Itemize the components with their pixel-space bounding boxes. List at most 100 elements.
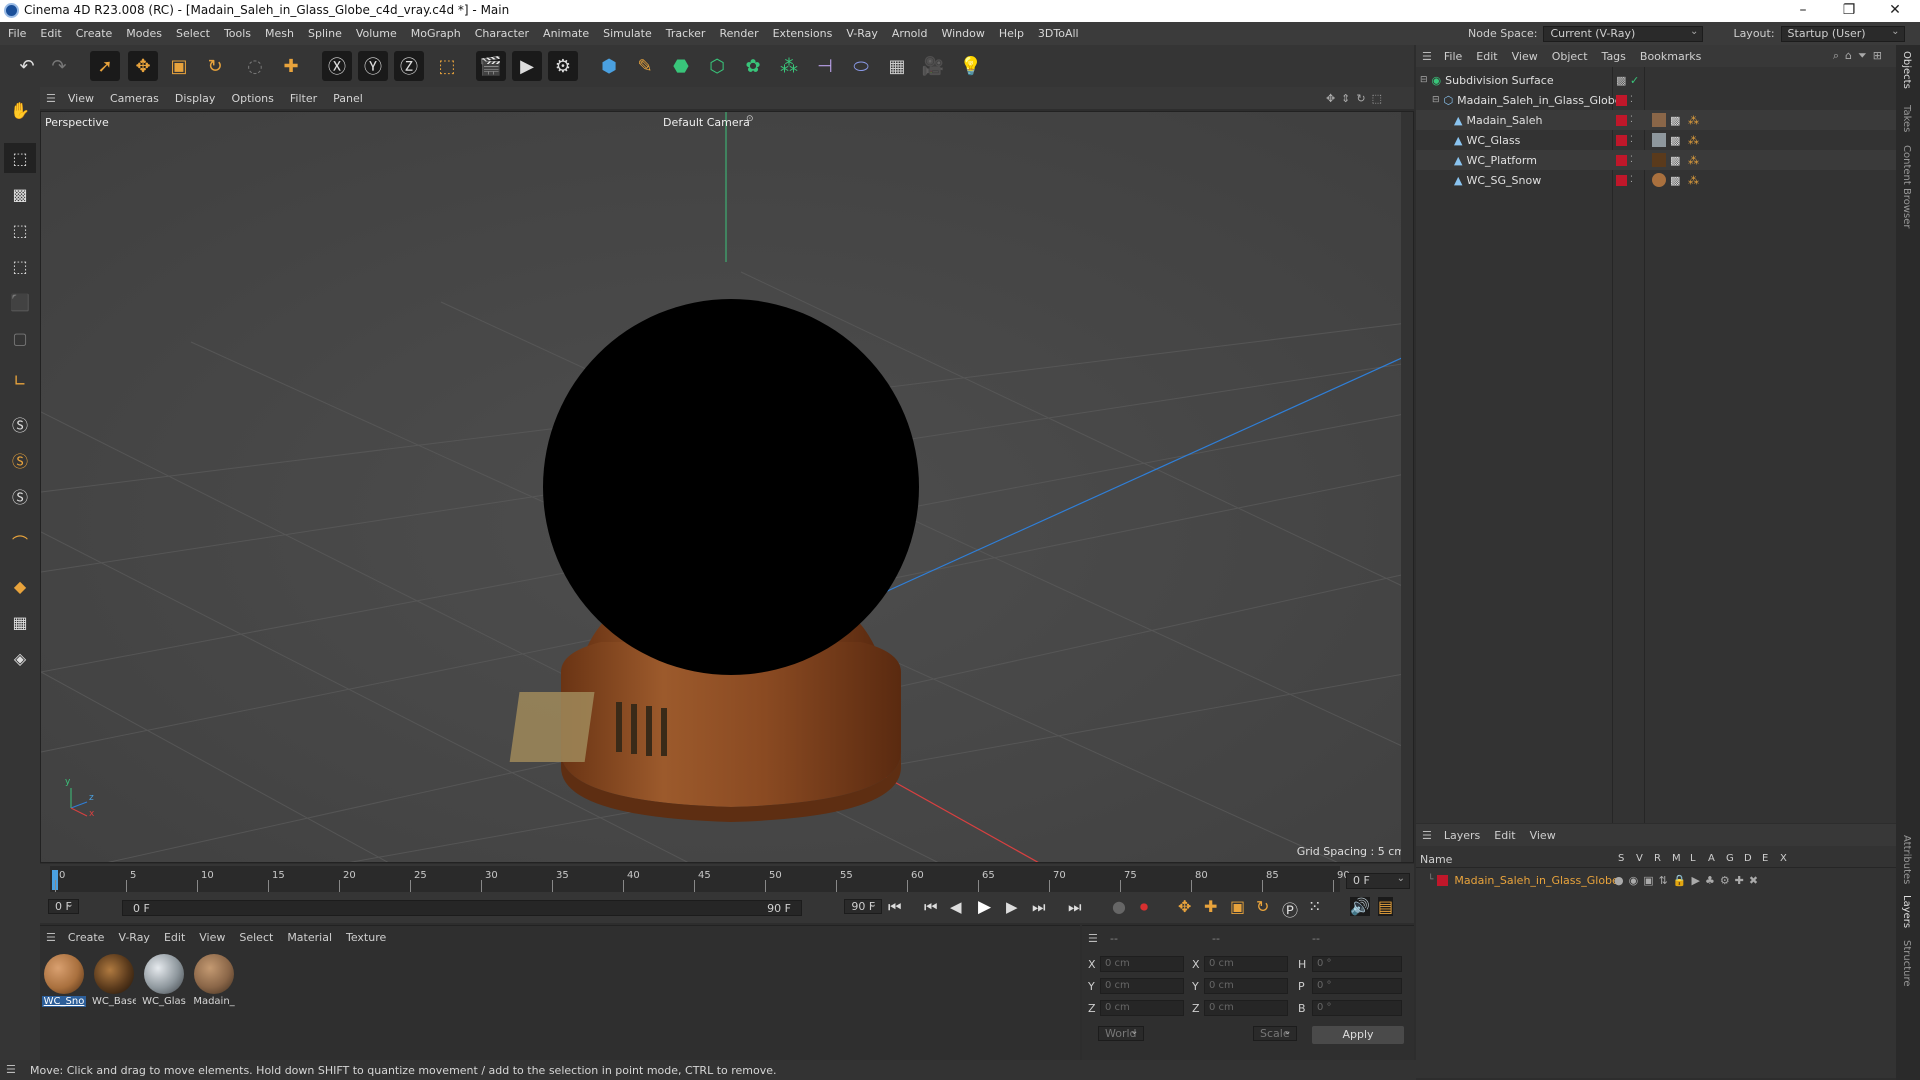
layer-color-swatch[interactable]: [1616, 134, 1627, 146]
object-row[interactable]: ▲ WC_Glass ⁚ ▩ ⁂: [1416, 130, 1896, 150]
snap-settings-icon[interactable]: Ⓢ: [4, 445, 36, 475]
make-editable-icon[interactable]: ✋: [4, 95, 36, 125]
material-menu-material[interactable]: Material: [287, 931, 332, 944]
undo-icon[interactable]: ↶: [12, 51, 42, 81]
z-axis-icon[interactable]: Ⓩ: [394, 51, 424, 81]
layer-flag-l[interactable]: L: [1690, 853, 1696, 864]
key-param-icon[interactable]: ↻: [1256, 897, 1269, 916]
rotate-tool-icon[interactable]: ↻: [200, 51, 230, 81]
render-view-icon[interactable]: 🎬: [476, 51, 506, 81]
material-menu-view[interactable]: View: [199, 931, 225, 944]
menu-extensions[interactable]: Extensions: [773, 27, 833, 40]
layer-flag-s[interactable]: S: [1618, 853, 1624, 864]
model-mode-icon[interactable]: ⬚: [4, 143, 36, 173]
menu-3dtoall[interactable]: 3DToAll: [1038, 27, 1079, 40]
viewport-menu-display[interactable]: Display: [175, 92, 216, 105]
viewport-hamburger-icon[interactable]: ☰: [46, 92, 56, 105]
viewport-menu-panel[interactable]: Panel: [333, 92, 363, 105]
menu-character[interactable]: Character: [475, 27, 529, 40]
object-menu-view[interactable]: View: [1512, 50, 1538, 63]
previous-frame-icon[interactable]: ◀: [950, 898, 962, 916]
layer-flag-a[interactable]: A: [1708, 853, 1715, 864]
menu-animate[interactable]: Animate: [543, 27, 589, 40]
rotation-b-field[interactable]: 0 °: [1312, 1000, 1402, 1016]
current-frame-field[interactable]: 0 F: [1346, 872, 1410, 889]
layer-flag-r[interactable]: R: [1654, 853, 1661, 864]
visibility-dots-icon[interactable]: ⁚: [1630, 115, 1633, 125]
tab-layers[interactable]: Layers: [1901, 895, 1912, 928]
locked-workplane-icon[interactable]: ◈: [4, 643, 36, 673]
workplane-icon[interactable]: ◆: [4, 571, 36, 601]
coord-mode-dropdown[interactable]: World: [1098, 1026, 1144, 1041]
play-icon[interactable]: ▶: [978, 897, 991, 917]
rotation-p-field[interactable]: 0 °: [1312, 978, 1402, 994]
start-frame-field[interactable]: 0 F: [48, 899, 79, 914]
object-hamburger-icon[interactable]: ☰: [1422, 50, 1432, 63]
layer-row[interactable]: └ Madain_Saleh_in_Glass_Globe ●◉▣⇅🔒▶♣⚙✚✖: [1416, 870, 1896, 890]
texture-mode-icon[interactable]: ▩: [4, 179, 36, 209]
tab-takes[interactable]: Takes: [1901, 105, 1912, 132]
visibility-dots-icon[interactable]: ⁚: [1630, 95, 1633, 105]
mograph-icon[interactable]: ⁂: [774, 51, 804, 81]
viewport-menu-cameras[interactable]: Cameras: [110, 92, 159, 105]
timeline-layout-icon[interactable]: ▤: [1378, 897, 1394, 916]
floor-icon[interactable]: ▦: [882, 51, 912, 81]
object-menu-edit[interactable]: Edit: [1476, 50, 1497, 63]
enabled-check-icon[interactable]: ✓: [1630, 74, 1639, 87]
move-tool-icon[interactable]: ✥: [128, 51, 158, 81]
transform-icon[interactable]: ✚: [276, 51, 306, 81]
object-menu-tags[interactable]: Tags: [1602, 50, 1626, 63]
material-swatch[interactable]: Madain_: [192, 954, 236, 1007]
restore-icon[interactable]: ❐: [1826, 0, 1872, 22]
layer-color-swatch[interactable]: [1616, 154, 1627, 166]
tab-content-browser[interactable]: Content Browser: [1901, 145, 1912, 228]
object-row[interactable]: ⊟ ◉ Subdivision Surface ▩ ✓: [1416, 70, 1896, 90]
y-axis-icon[interactable]: Ⓨ: [358, 51, 388, 81]
layer-menu-edit[interactable]: Edit: [1494, 829, 1515, 842]
vray-tag-icon[interactable]: ⁂: [1688, 174, 1699, 187]
edges-mode-icon[interactable]: ⬚: [4, 251, 36, 281]
extrude-icon[interactable]: ⬡: [702, 51, 732, 81]
material-menu-vray[interactable]: V-Ray: [118, 931, 150, 944]
object-menu-bookmarks[interactable]: Bookmarks: [1640, 50, 1701, 63]
key-rotation-icon[interactable]: ▣: [1230, 897, 1245, 916]
material-swatch[interactable]: WC_Base: [92, 954, 136, 1007]
material-tag-icon[interactable]: [1652, 173, 1666, 187]
layer-flag-icons[interactable]: ●◉▣⇅🔒▶♣⚙✚✖: [1614, 874, 1763, 887]
menu-mograph[interactable]: MoGraph: [411, 27, 461, 40]
pen-icon[interactable]: ✎: [630, 51, 660, 81]
rotation-h-field[interactable]: 0 °: [1312, 956, 1402, 972]
tab-attributes[interactable]: Attributes: [1901, 835, 1912, 884]
tab-objects[interactable]: Objects: [1901, 51, 1912, 89]
light-icon[interactable]: 💡: [956, 51, 986, 81]
next-frame-icon[interactable]: ▶: [1006, 898, 1018, 916]
viewport-scrollbar[interactable]: [1401, 112, 1413, 862]
position-z-field[interactable]: 0 cm: [1100, 1000, 1184, 1016]
material-swatch[interactable]: WC_Glas: [142, 954, 186, 1007]
viewport-menu-view[interactable]: View: [68, 92, 94, 105]
layer-flag-g[interactable]: G: [1726, 853, 1734, 864]
x-axis-icon[interactable]: Ⓧ: [322, 51, 352, 81]
menu-modes[interactable]: Modes: [126, 27, 162, 40]
key-scale-icon[interactable]: ✚: [1204, 897, 1217, 916]
viewport-camera-label[interactable]: Default Camera: [663, 116, 750, 129]
cloner-icon[interactable]: ✿: [738, 51, 768, 81]
status-hamburger-icon[interactable]: ☰: [6, 1063, 16, 1076]
material-swatch[interactable]: WC_Sno: [42, 954, 86, 1007]
menu-tracker[interactable]: Tracker: [666, 27, 706, 40]
vray-tag-icon[interactable]: ⁂: [1688, 134, 1699, 147]
menu-edit[interactable]: Edit: [40, 27, 61, 40]
coord-hamburger-icon[interactable]: ☰: [1088, 932, 1098, 945]
go-to-end-icon[interactable]: ⏭: [1068, 898, 1082, 916]
select-tool-icon[interactable]: ➚: [90, 51, 120, 81]
vray-tag-icon[interactable]: ⁂: [1688, 154, 1699, 167]
menu-select[interactable]: Select: [176, 27, 210, 40]
layer-flag-v[interactable]: V: [1636, 853, 1643, 864]
apply-button[interactable]: Apply: [1312, 1026, 1404, 1044]
go-to-start-icon[interactable]: ⏮: [888, 898, 902, 916]
end-frame-field[interactable]: 90 F: [844, 899, 883, 914]
grid-icon[interactable]: ▦: [4, 607, 36, 637]
magnet-icon[interactable]: ⌒: [4, 527, 36, 557]
size-y-field[interactable]: 0 cm: [1204, 978, 1288, 994]
material-menu-texture[interactable]: Texture: [346, 931, 386, 944]
